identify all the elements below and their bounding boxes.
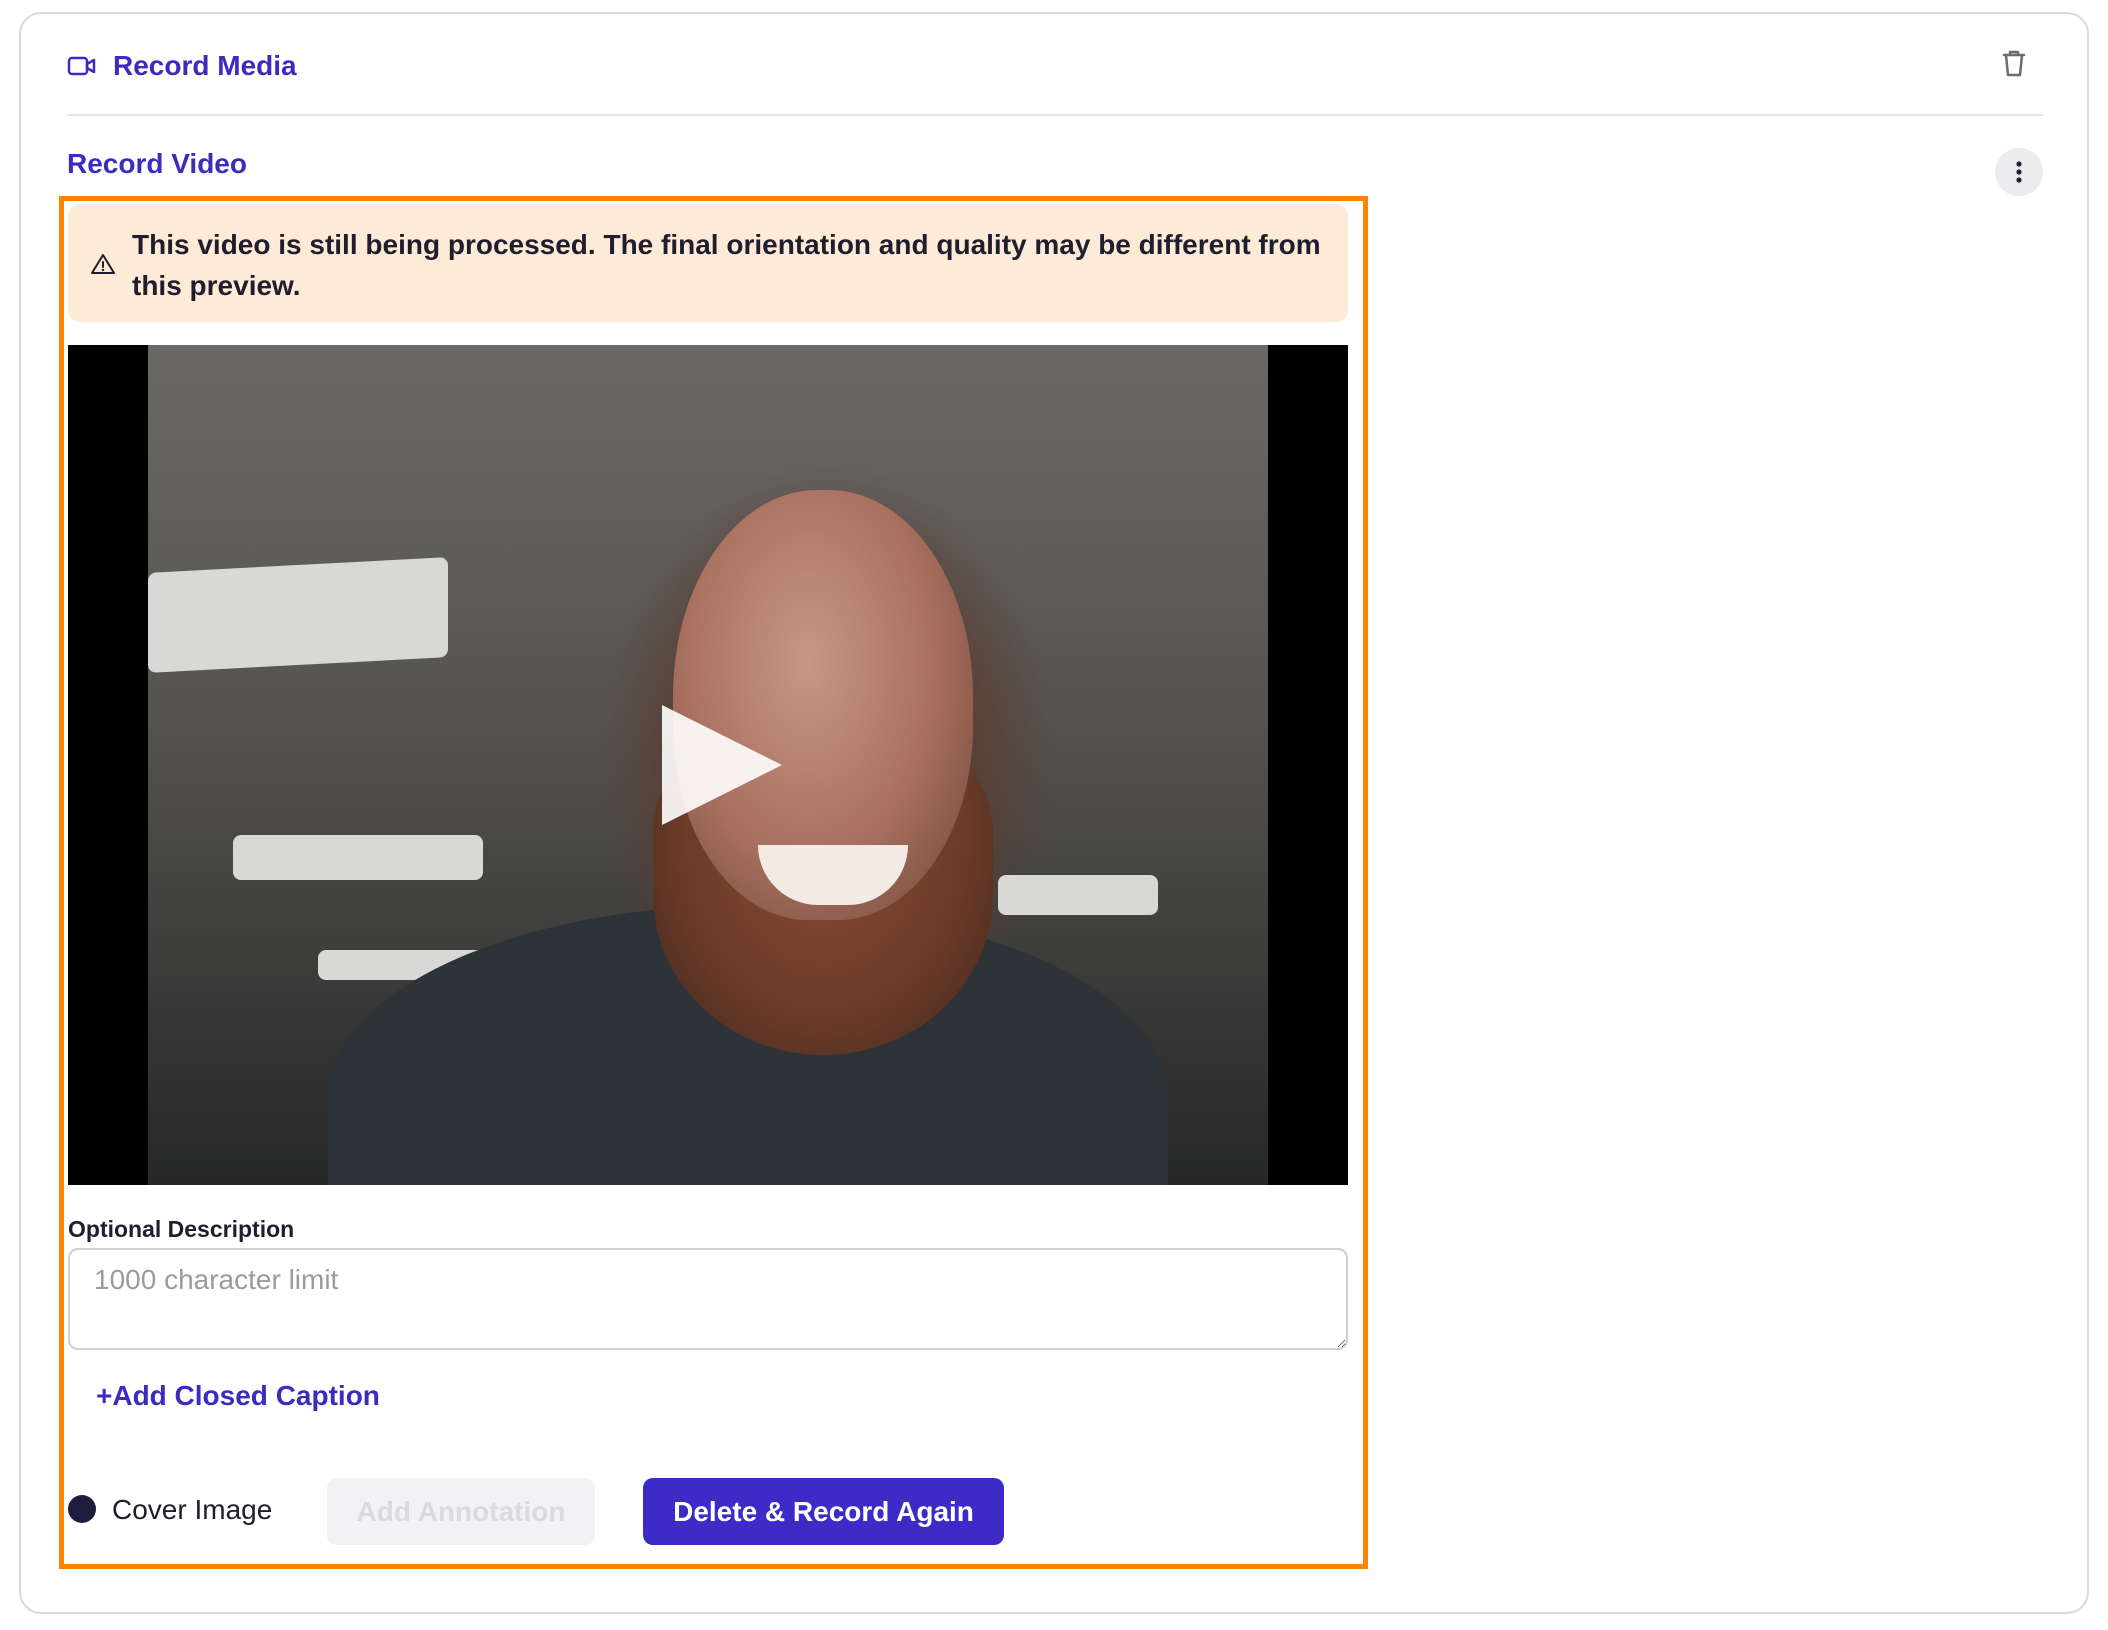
- section-title: Record Video: [67, 148, 247, 179]
- cover-image-radio[interactable]: [68, 1495, 96, 1523]
- warning-triangle-icon: [90, 252, 116, 276]
- description-label: Optional Description: [68, 1216, 295, 1242]
- video-player[interactable]: [68, 345, 1348, 1185]
- more-vertical-icon: [2016, 161, 2022, 183]
- processing-warning: This video is still being processed. The…: [68, 204, 1348, 322]
- trash-icon[interactable]: [2000, 48, 2028, 78]
- card-title: Record Media: [113, 50, 297, 81]
- header-divider: [67, 114, 2043, 116]
- card-header: Record Media: [67, 50, 297, 82]
- add-annotation-button[interactable]: Add Annotation: [327, 1478, 595, 1545]
- cover-image-label: Cover Image: [112, 1494, 273, 1525]
- add-closed-caption-link[interactable]: +Add Closed Caption: [96, 1380, 380, 1412]
- delete-record-again-button[interactable]: Delete & Record Again: [643, 1478, 1004, 1545]
- warning-text: This video is still being processed. The…: [132, 229, 1321, 301]
- play-icon[interactable]: [662, 705, 782, 825]
- more-options-button[interactable]: [1995, 148, 2043, 196]
- description-input[interactable]: [68, 1248, 1348, 1350]
- video-camera-icon: [67, 55, 97, 77]
